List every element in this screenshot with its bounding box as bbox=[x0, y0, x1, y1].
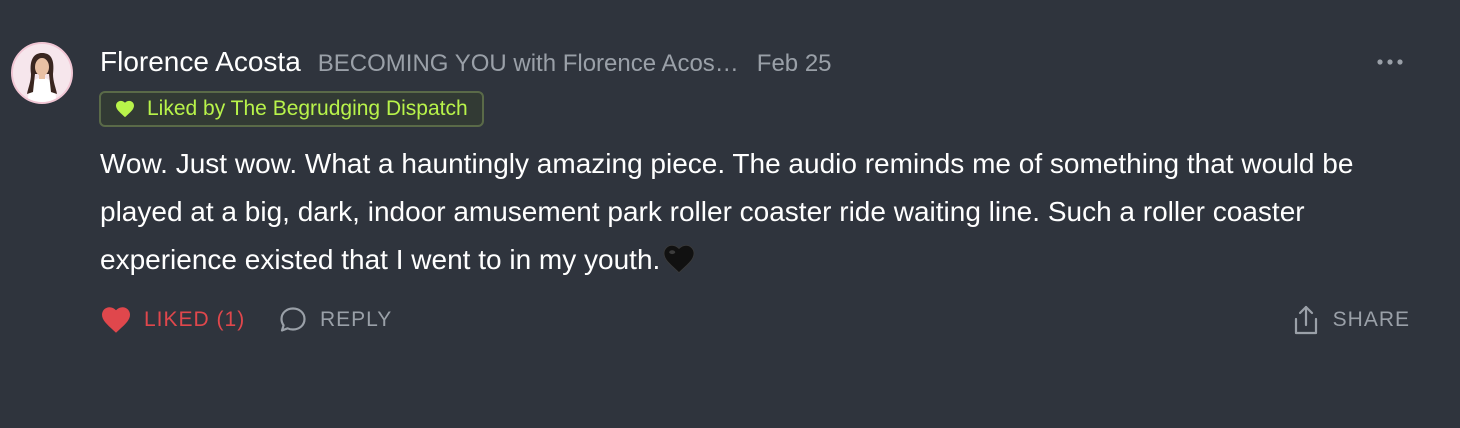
more-options-button[interactable] bbox=[1374, 52, 1406, 72]
liked-by-badge: Liked by The Begrudging Dispatch bbox=[99, 91, 484, 127]
comment-header: Florence Acosta BECOMING YOU with Floren… bbox=[100, 46, 832, 82]
reply-label: REPLY bbox=[320, 308, 393, 331]
heart-filled-icon bbox=[102, 307, 130, 333]
comment-text: Wow. Just wow. What a hauntingly amazing… bbox=[100, 148, 1354, 275]
liked-by-text: Liked by The Begrudging Dispatch bbox=[147, 97, 468, 120]
comment-actions: LIKED (1) REPLY SHARE bbox=[100, 300, 1410, 340]
comment-body: Wow. Just wow. What a hauntingly amazing… bbox=[100, 140, 1400, 284]
heart-icon bbox=[115, 100, 135, 118]
speech-bubble-icon bbox=[280, 307, 306, 332]
avatar[interactable] bbox=[11, 42, 73, 104]
share-icon bbox=[1294, 305, 1317, 335]
share-label: SHARE bbox=[1332, 308, 1410, 331]
like-label: LIKED (1) bbox=[144, 308, 246, 331]
reply-button[interactable]: REPLY bbox=[278, 300, 392, 340]
like-button[interactable]: LIKED (1) bbox=[100, 300, 245, 340]
more-horizontal-icon bbox=[1377, 59, 1403, 65]
comment-date[interactable]: Feb 25 bbox=[757, 50, 832, 78]
share-button[interactable]: SHARE bbox=[1293, 300, 1410, 340]
author-name[interactable]: Florence Acosta bbox=[100, 46, 301, 78]
black-heart-icon bbox=[662, 241, 696, 274]
publication-name[interactable]: BECOMING YOU with Florence Acos… bbox=[318, 50, 739, 78]
